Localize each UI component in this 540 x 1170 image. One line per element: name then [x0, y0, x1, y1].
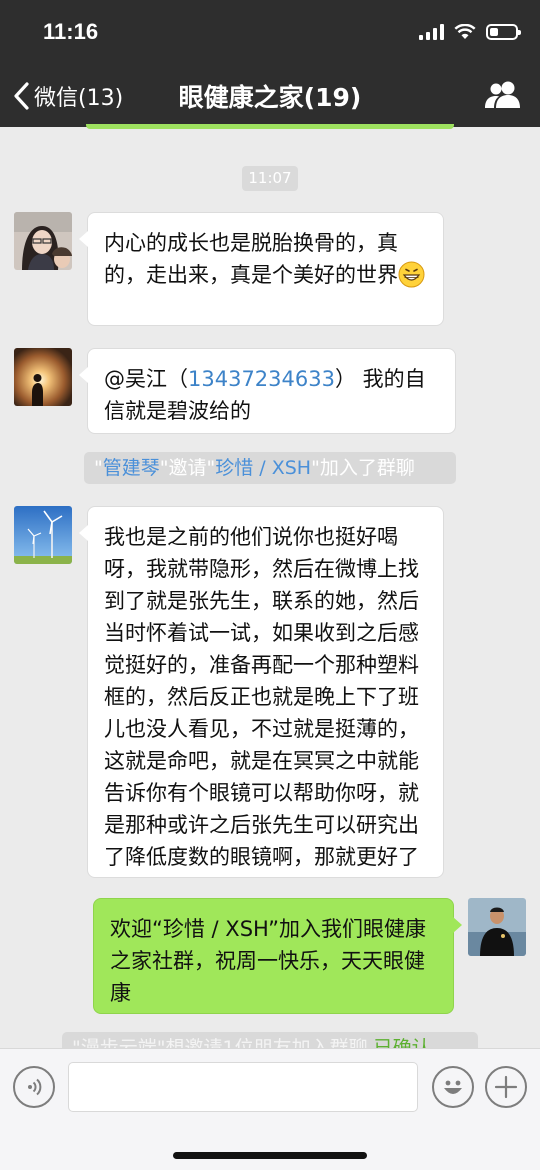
cellular-signal-icon [419, 24, 444, 40]
voice-input-icon [28, 1078, 42, 1096]
status-icons [419, 22, 521, 42]
invitee-name-link[interactable]: 珍惜 / XSH [215, 457, 311, 479]
mention-prefix: @吴江（ [104, 367, 188, 391]
voice-input-button[interactable] [13, 1066, 55, 1108]
top-bar: 11:16 微信(13) 眼健康之家(19) [0, 0, 540, 127]
home-indicator [173, 1152, 367, 1159]
emoji-button[interactable] [432, 1066, 474, 1108]
message-timestamp: 11:07 [242, 166, 298, 191]
plus-icon [494, 1075, 518, 1099]
battery-icon [486, 24, 521, 40]
message-bubble[interactable]: 内心的成长也是脱胎换骨的，真的，走出来，真是个美好的世界 [79, 212, 444, 326]
message-text: 欢迎“珍惜 / XSH”加入我们眼健康之家社群，祝周一快乐，天天眼健康 [110, 917, 427, 1005]
grinning-emoji-icon [398, 261, 425, 288]
sent-message-bubble[interactable]: 欢迎“珍惜 / XSH”加入我们眼健康之家社群，祝周一快乐，天天眼健康 [93, 898, 462, 1014]
sender-avatar[interactable] [14, 348, 72, 406]
more-functions-button[interactable] [485, 1066, 527, 1108]
message-input[interactable] [68, 1062, 418, 1112]
group-members-icon [485, 81, 520, 108]
sender-avatar[interactable] [14, 506, 72, 564]
inviter-name-link[interactable]: 管建琴 [103, 457, 160, 479]
chat-title: 眼健康之家(19) [178, 83, 362, 112]
battery-fill [490, 28, 498, 36]
previous-message-edge [86, 124, 454, 129]
message-text: 内心的成长也是脱胎换骨的，真的，走出来，真是个美好的世界 [104, 231, 398, 287]
emoji-icon [444, 1080, 462, 1094]
sender-avatar[interactable] [14, 212, 72, 270]
status-time: 11:16 [43, 19, 99, 44]
message-bubble[interactable]: @吴江（13437234633） 我的自信就是碧波给的 [79, 348, 456, 434]
phone-number-link[interactable]: 13437234633 [188, 367, 335, 391]
wifi-icon [454, 24, 476, 39]
group-info-button[interactable] [484, 78, 522, 112]
my-avatar[interactable] [468, 898, 526, 956]
system-notice: "管建琴"邀请"珍惜 / XSH"加入了群聊 [84, 452, 456, 484]
message-text: 我也是之前的他们说你也挺好喝呀，我就带隐形，然后在微博上找到了就是张先生，联系的… [104, 525, 419, 869]
message-bubble[interactable]: 我也是之前的他们说你也挺好喝呀，我就带隐形，然后在微博上找到了就是张先生，联系的… [79, 506, 444, 878]
